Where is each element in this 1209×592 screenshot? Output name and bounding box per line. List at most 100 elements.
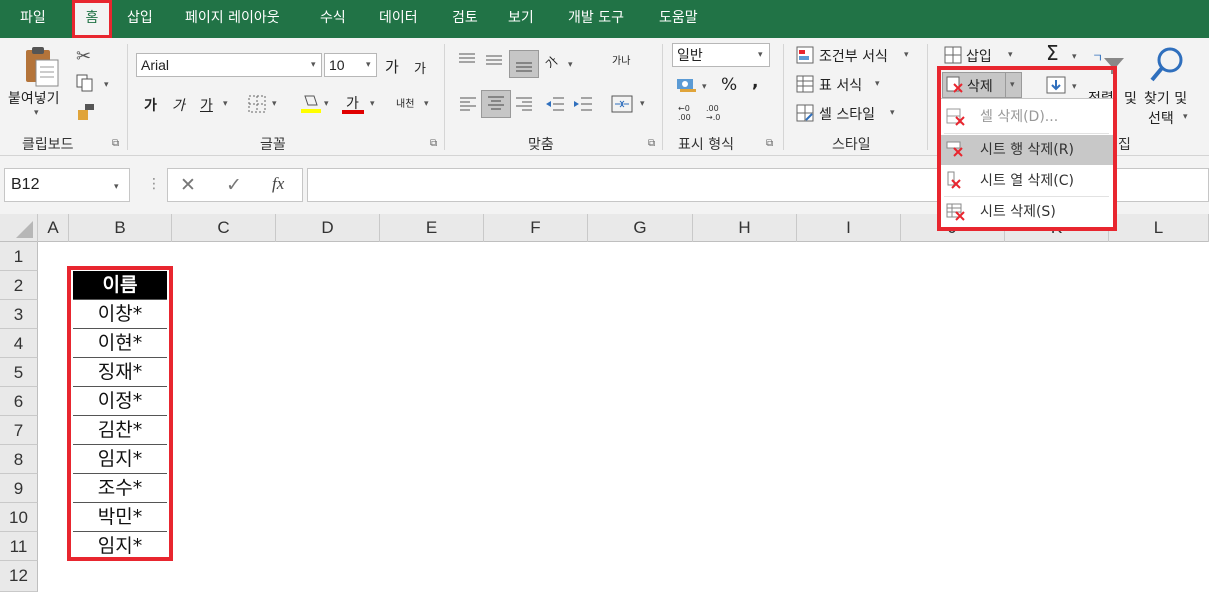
italic-button[interactable]: 가 <box>172 95 185 115</box>
tab-formulas[interactable]: 수식 <box>320 0 346 38</box>
tab-page-layout[interactable]: 페이지 레이아웃 <box>185 0 280 38</box>
format-as-table-icon[interactable] <box>796 75 814 93</box>
cut-icon[interactable]: ✂ <box>76 46 91 67</box>
autosum-button[interactable]: Σ <box>1046 41 1059 65</box>
row-header[interactable]: 1 <box>0 242 38 271</box>
tab-file[interactable]: 파일 <box>20 0 46 38</box>
chevron-down-icon[interactable]: ▾ <box>114 182 119 192</box>
align-middle-icon[interactable] <box>484 52 504 68</box>
column-header[interactable]: F <box>484 214 588 242</box>
border-icon[interactable] <box>248 95 266 113</box>
chevron-down-icon[interactable]: ▾ <box>904 50 909 60</box>
column-header[interactable]: C <box>172 214 276 242</box>
row-header[interactable]: 11 <box>0 532 38 561</box>
row-header[interactable]: 6 <box>0 387 38 416</box>
row-header[interactable]: 8 <box>0 445 38 474</box>
chevron-down-icon[interactable]: ▾ <box>1072 52 1077 62</box>
bold-button[interactable]: 가 <box>144 95 157 115</box>
dialog-launcher-icon[interactable]: ⧉ <box>766 138 773 149</box>
row-header[interactable]: 12 <box>0 561 38 592</box>
font-name-select[interactable]: Arial <box>136 53 322 77</box>
decrease-decimal-icon[interactable]: .00 →.0 <box>706 104 728 124</box>
chevron-down-icon[interactable]: ▾ <box>640 99 645 109</box>
decrease-indent-icon[interactable] <box>545 96 565 112</box>
find-select-button[interactable]: 찾기 및 <box>1144 88 1187 108</box>
chevron-down-icon[interactable]: ▾ <box>875 79 880 89</box>
tab-data[interactable]: 데이터 <box>379 0 418 38</box>
row-header[interactable]: 3 <box>0 300 38 329</box>
increase-decimal-icon[interactable]: ←0.00 <box>678 104 700 124</box>
row-header[interactable]: 2 <box>0 271 38 300</box>
paste-icon[interactable] <box>22 46 62 90</box>
row-header[interactable]: 9 <box>0 474 38 503</box>
merge-center-icon[interactable] <box>611 95 633 113</box>
chevron-down-icon[interactable]: ▾ <box>758 50 763 60</box>
row-header[interactable]: 4 <box>0 329 38 358</box>
chevron-down-icon[interactable]: ▾ <box>1183 112 1188 122</box>
paste-button[interactable]: 붙여넣기 <box>8 88 60 108</box>
chevron-down-icon[interactable]: ▾ <box>104 80 109 90</box>
enter-icon[interactable]: ✓ <box>226 174 242 196</box>
column-header[interactable]: H <box>693 214 797 242</box>
comma-button[interactable]: , <box>752 72 758 92</box>
chevron-down-icon[interactable]: ▾ <box>311 60 316 70</box>
dialog-launcher-icon[interactable]: ⧉ <box>430 138 437 149</box>
font-shrink-button[interactable]: 가 <box>414 58 426 77</box>
tab-help[interactable]: 도움말 <box>659 0 698 38</box>
insert-cells-icon[interactable] <box>944 46 962 64</box>
chevron-down-icon[interactable]: ▾ <box>424 99 429 109</box>
align-center-icon[interactable] <box>481 90 511 118</box>
format-painter-icon[interactable] <box>76 102 96 122</box>
font-grow-button[interactable]: 가 <box>385 56 399 77</box>
chevron-down-icon[interactable]: ▾ <box>223 99 228 109</box>
cancel-icon[interactable]: ✕ <box>180 174 196 196</box>
chevron-down-icon[interactable]: ▾ <box>568 60 573 70</box>
row-header[interactable]: 5 <box>0 358 38 387</box>
name-box[interactable]: B12 <box>4 168 130 202</box>
column-header[interactable]: B <box>69 214 172 242</box>
orientation-button[interactable]: 가 <box>542 53 562 73</box>
row-header[interactable]: 10 <box>0 503 38 532</box>
chevron-down-icon[interactable]: ▾ <box>34 108 39 118</box>
conditional-format-button[interactable]: 조건부 서식 <box>819 46 888 66</box>
tab-view[interactable]: 보기 <box>508 0 534 38</box>
chevron-down-icon[interactable]: ▾ <box>272 99 277 109</box>
increase-indent-icon[interactable] <box>573 96 593 112</box>
underline-button[interactable]: 가 <box>200 95 213 115</box>
tab-home[interactable]: 홈 <box>72 0 112 38</box>
dialog-launcher-icon[interactable]: ⧉ <box>648 138 655 149</box>
currency-icon[interactable] <box>676 76 698 94</box>
copy-icon[interactable] <box>76 74 94 92</box>
column-header[interactable]: A <box>38 214 69 242</box>
chevron-down-icon[interactable]: ▾ <box>702 82 707 92</box>
tab-review[interactable]: 검토 <box>452 0 478 38</box>
row-header[interactable]: 7 <box>0 416 38 445</box>
tab-insert[interactable]: 삽입 <box>127 0 153 38</box>
find-select-icon[interactable] <box>1148 46 1188 84</box>
column-header[interactable]: D <box>276 214 380 242</box>
chevron-down-icon[interactable]: ▾ <box>366 60 371 70</box>
tab-developer[interactable]: 개발 도구 <box>568 0 624 38</box>
cell-styles-button[interactable]: 셀 스타일 <box>819 104 875 124</box>
fill-color-icon[interactable] <box>300 92 322 114</box>
align-bottom-icon[interactable] <box>509 50 539 78</box>
wrap-text-button[interactable]: 가나 <box>612 52 630 67</box>
column-header[interactable]: E <box>380 214 484 242</box>
insert-function-icon[interactable]: fx <box>272 174 284 194</box>
select-all-corner[interactable] <box>0 214 38 242</box>
format-as-table-button[interactable]: 표 서식 <box>819 75 862 95</box>
align-right-icon[interactable] <box>515 96 533 112</box>
insert-cells-button[interactable]: 삽입 <box>966 46 992 66</box>
conditional-format-icon[interactable] <box>796 46 814 64</box>
dialog-launcher-icon[interactable]: ⧉ <box>112 138 119 149</box>
column-header[interactable]: I <box>797 214 901 242</box>
chevron-down-icon[interactable]: ▾ <box>370 99 375 109</box>
phonetic-button[interactable]: 내천 <box>396 95 414 110</box>
percent-button[interactable]: % <box>721 75 737 95</box>
chevron-down-icon[interactable]: ▾ <box>890 108 895 118</box>
number-format-select[interactable]: 일반 <box>672 43 770 67</box>
align-top-icon[interactable] <box>457 52 477 68</box>
column-header[interactable]: G <box>588 214 693 242</box>
cell-styles-icon[interactable] <box>796 104 814 122</box>
chevron-down-icon[interactable]: ▾ <box>324 99 329 109</box>
